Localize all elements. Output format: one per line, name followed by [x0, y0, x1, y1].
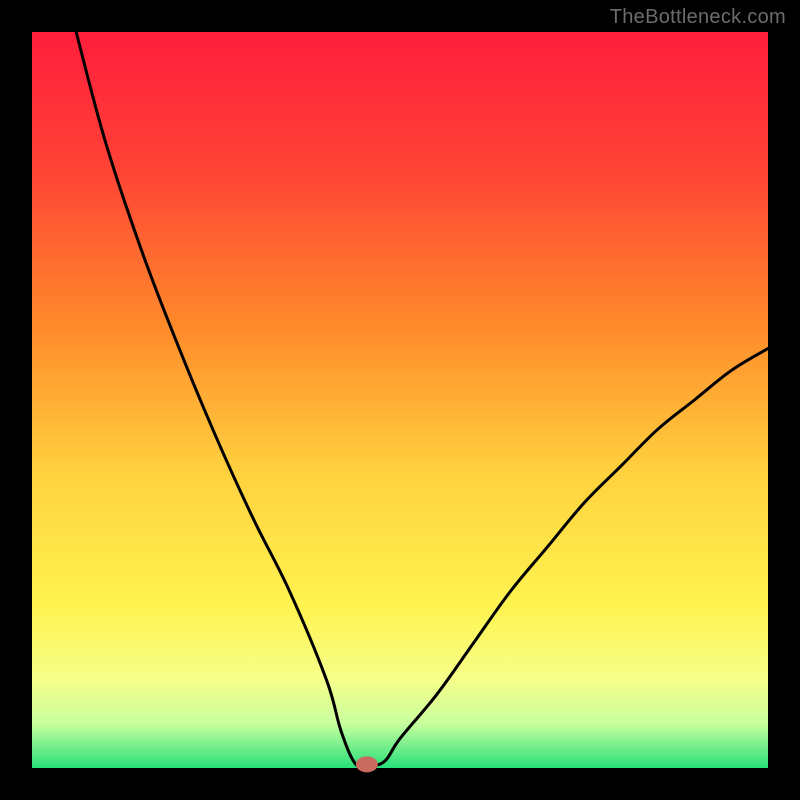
- optimal-marker: [356, 756, 378, 772]
- bottleneck-chart: [0, 0, 800, 800]
- plot-background: [32, 32, 768, 768]
- chart-frame: TheBottleneck.com: [0, 0, 800, 800]
- watermark-text: TheBottleneck.com: [610, 6, 786, 29]
